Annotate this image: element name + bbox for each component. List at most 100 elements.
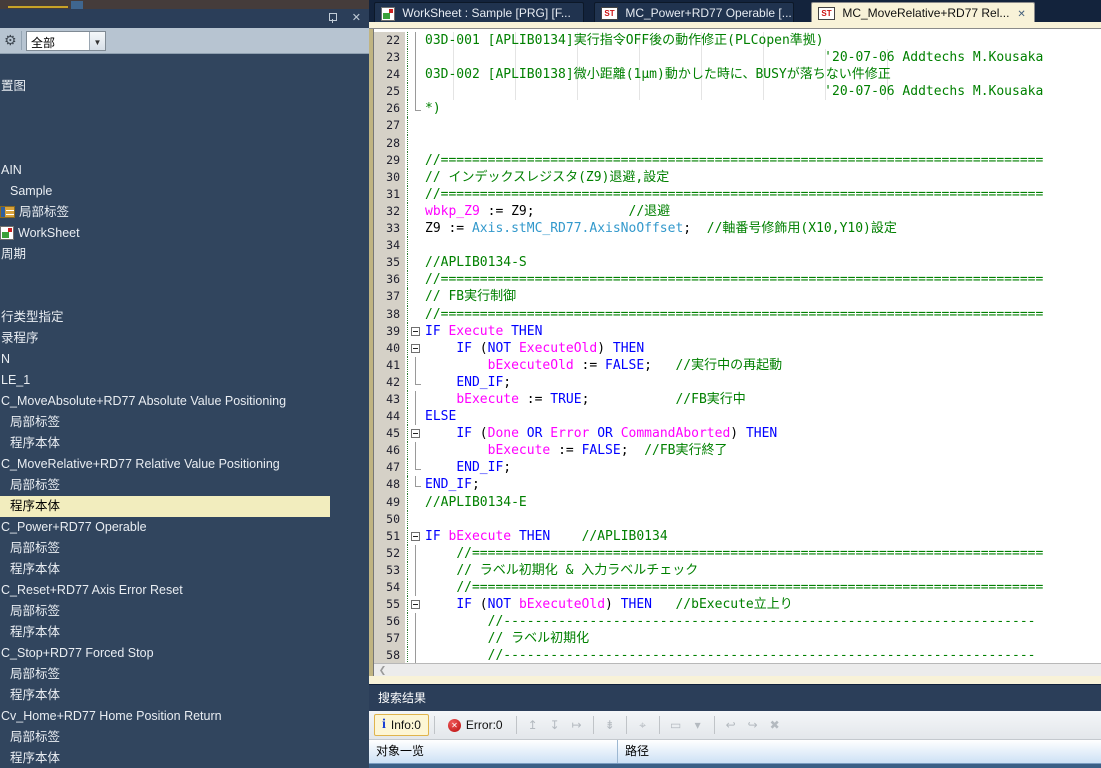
code-text: END_IF; <box>423 459 511 476</box>
filter-dropdown[interactable]: 全部 ▼ <box>26 31 106 51</box>
fold-toggle[interactable] <box>407 323 423 340</box>
tree-item-label: 程序本体 <box>10 625 60 639</box>
toolbar-separator <box>659 716 660 734</box>
info-filter-button[interactable]: i Info:0 <box>374 714 429 736</box>
horizontal-scrollbar[interactable]: ❮ <box>374 663 1101 676</box>
tree-item[interactable]: 程序本体 <box>0 622 60 643</box>
code-text: IF (NOT bExecuteOld) THEN //bExecute立上り <box>423 596 793 613</box>
tree-item[interactable]: 程序本体 <box>0 559 60 580</box>
tree-item[interactable]: 置图 <box>0 76 26 97</box>
line-number: 36 <box>374 271 407 288</box>
move-next-icon[interactable]: ↦ <box>568 718 586 732</box>
fold-column <box>407 66 423 83</box>
line-number: 46 <box>374 442 407 459</box>
fold-toggle[interactable] <box>407 596 423 613</box>
fold-column <box>407 254 423 271</box>
line-number: 38 <box>374 306 407 323</box>
clear-results-icon[interactable]: ✖ <box>766 718 784 732</box>
close-icon[interactable]: ✕ <box>352 11 361 24</box>
results-toolbar: i Info:0 ✕ Error:0 ↥ ↧ ↦ ⇟ ⌖ ▭ ▾ ↩ ↪ ✖ <box>369 711 1101 740</box>
tree-item[interactable]: 录程序 <box>0 328 39 349</box>
document-tab[interactable]: WorkSheet : Sample [PRG] [F... <box>374 2 584 22</box>
tree-item[interactable]: 局部标签 <box>0 664 60 685</box>
fold-column <box>407 169 423 186</box>
tree-item[interactable]: 行类型指定 <box>0 307 64 328</box>
top-strip-tab-fragment <box>71 1 83 9</box>
tree-item[interactable]: N <box>0 349 10 370</box>
move-first-icon[interactable]: ↥ <box>524 718 542 732</box>
tree-item[interactable]: 局部标签 <box>0 538 60 559</box>
line-number: 33 <box>374 220 407 237</box>
fold-column <box>407 220 423 237</box>
tree-item[interactable]: C_Power+RD77 Operable <box>0 517 147 538</box>
tree-item[interactable]: Cv_Home+RD77 Home Position Return <box>0 706 222 727</box>
tree-item[interactable]: C_MoveAbsolute+RD77 Absolute Value Posit… <box>0 391 286 412</box>
tree-item[interactable]: 局部标签 <box>0 727 60 748</box>
collapse-icon[interactable] <box>411 327 420 336</box>
tree-item[interactable]: 周期 <box>0 244 26 265</box>
code-text: END_IF; <box>423 374 511 391</box>
code-line: 49//APLIB0134-E <box>374 494 1101 511</box>
collapse-icon[interactable] <box>411 429 420 438</box>
document-tab[interactable]: ST MC_Power+RD77 Operable [... <box>594 2 794 22</box>
tree-item[interactable]: 程序本体 <box>0 748 60 768</box>
jump-prev-icon[interactable]: ↩ <box>722 718 740 732</box>
column-path[interactable]: 路径 <box>618 740 649 763</box>
fold-column <box>407 186 423 203</box>
code-text: IF (Done OR Error OR CommandAborted) THE… <box>423 425 777 442</box>
line-number: 40 <box>374 340 407 357</box>
window-caret-icon[interactable]: ▾ <box>689 718 707 732</box>
line-number: 39 <box>374 323 407 340</box>
fold-toggle[interactable] <box>407 425 423 442</box>
st-code-editor[interactable]: 2203D-001 [APLIB0134]実行指令OFF後の動作修正(PLCop… <box>369 29 1101 676</box>
tab-close-icon[interactable]: ✕ <box>1017 9 1025 20</box>
document-tab[interactable]: ST MC_MoveRelative+RD77 Rel...✕ <box>811 2 1035 22</box>
tree-item[interactable]: LE_1 <box>0 370 30 391</box>
tree-item[interactable]: 局部标签 <box>0 601 60 622</box>
scroll-left-icon[interactable]: ❮ <box>376 664 389 676</box>
tab-label: WorkSheet : Sample [PRG] [F... <box>399 6 571 20</box>
tree-item[interactable]: C_MoveRelative+RD77 Relative Value Posit… <box>0 454 280 475</box>
dropdown-arrow-button[interactable]: ▼ <box>89 32 105 50</box>
column-object-list[interactable]: 对象一览 <box>369 740 618 763</box>
collapse-icon[interactable] <box>411 600 420 609</box>
find-icon[interactable]: ⌖ <box>634 718 652 733</box>
tree-item-label: AIN <box>1 163 22 177</box>
pin-icon[interactable] <box>328 13 337 24</box>
jump-next-icon[interactable]: ↪ <box>744 718 762 732</box>
fold-toggle[interactable] <box>407 340 423 357</box>
line-number: 50 <box>374 511 407 528</box>
error-filter-button[interactable]: ✕ Error:0 <box>440 714 511 736</box>
gear-icon[interactable]: ⚙ <box>4 32 17 48</box>
fold-toggle[interactable] <box>407 528 423 545</box>
fold-column <box>407 545 423 562</box>
tree-item[interactable]: 程序本体 <box>0 433 60 454</box>
code-text: *) <box>423 100 441 117</box>
tree-item[interactable]: C_Reset+RD77 Axis Error Reset <box>0 580 183 601</box>
tree-item[interactable]: Sample <box>0 181 52 202</box>
move-last-icon[interactable]: ⇟ <box>601 718 619 732</box>
move-prev-icon[interactable]: ↧ <box>546 718 564 732</box>
info-icon: i <box>382 717 386 733</box>
line-number: 28 <box>374 135 407 152</box>
tree-item[interactable]: C_Stop+RD77 Forced Stop <box>0 643 154 664</box>
tree-item[interactable]: AIN <box>0 160 22 181</box>
tree-item[interactable]: 程序本体 <box>0 496 330 517</box>
fold-column <box>407 152 423 169</box>
document-tab-bar: WorkSheet : Sample [PRG] [F... ST MC_Powe… <box>369 0 1101 22</box>
tree-item-label: 局部标签 <box>10 730 60 744</box>
tree-item[interactable]: 局部标签 <box>0 412 60 433</box>
fold-column <box>407 613 423 630</box>
code-line: 50 <box>374 511 1101 528</box>
window-icon[interactable]: ▭ <box>667 718 685 732</box>
collapse-icon[interactable] <box>411 532 420 541</box>
tree-item[interactable]: WorkSheet <box>0 223 80 244</box>
ide-window: ✕ ⚙ 全部 ▼ 置图AINSample局部标签WorkSheet周期行类型指定… <box>0 0 1101 768</box>
line-number: 43 <box>374 391 407 408</box>
code-text: ELSE <box>423 408 456 425</box>
tree-item[interactable]: 程序本体 <box>0 685 60 706</box>
tree-item[interactable]: 局部标签 <box>0 202 69 223</box>
fold-column <box>407 408 423 425</box>
tree-item[interactable]: 局部标签 <box>0 475 60 496</box>
collapse-icon[interactable] <box>411 344 420 353</box>
